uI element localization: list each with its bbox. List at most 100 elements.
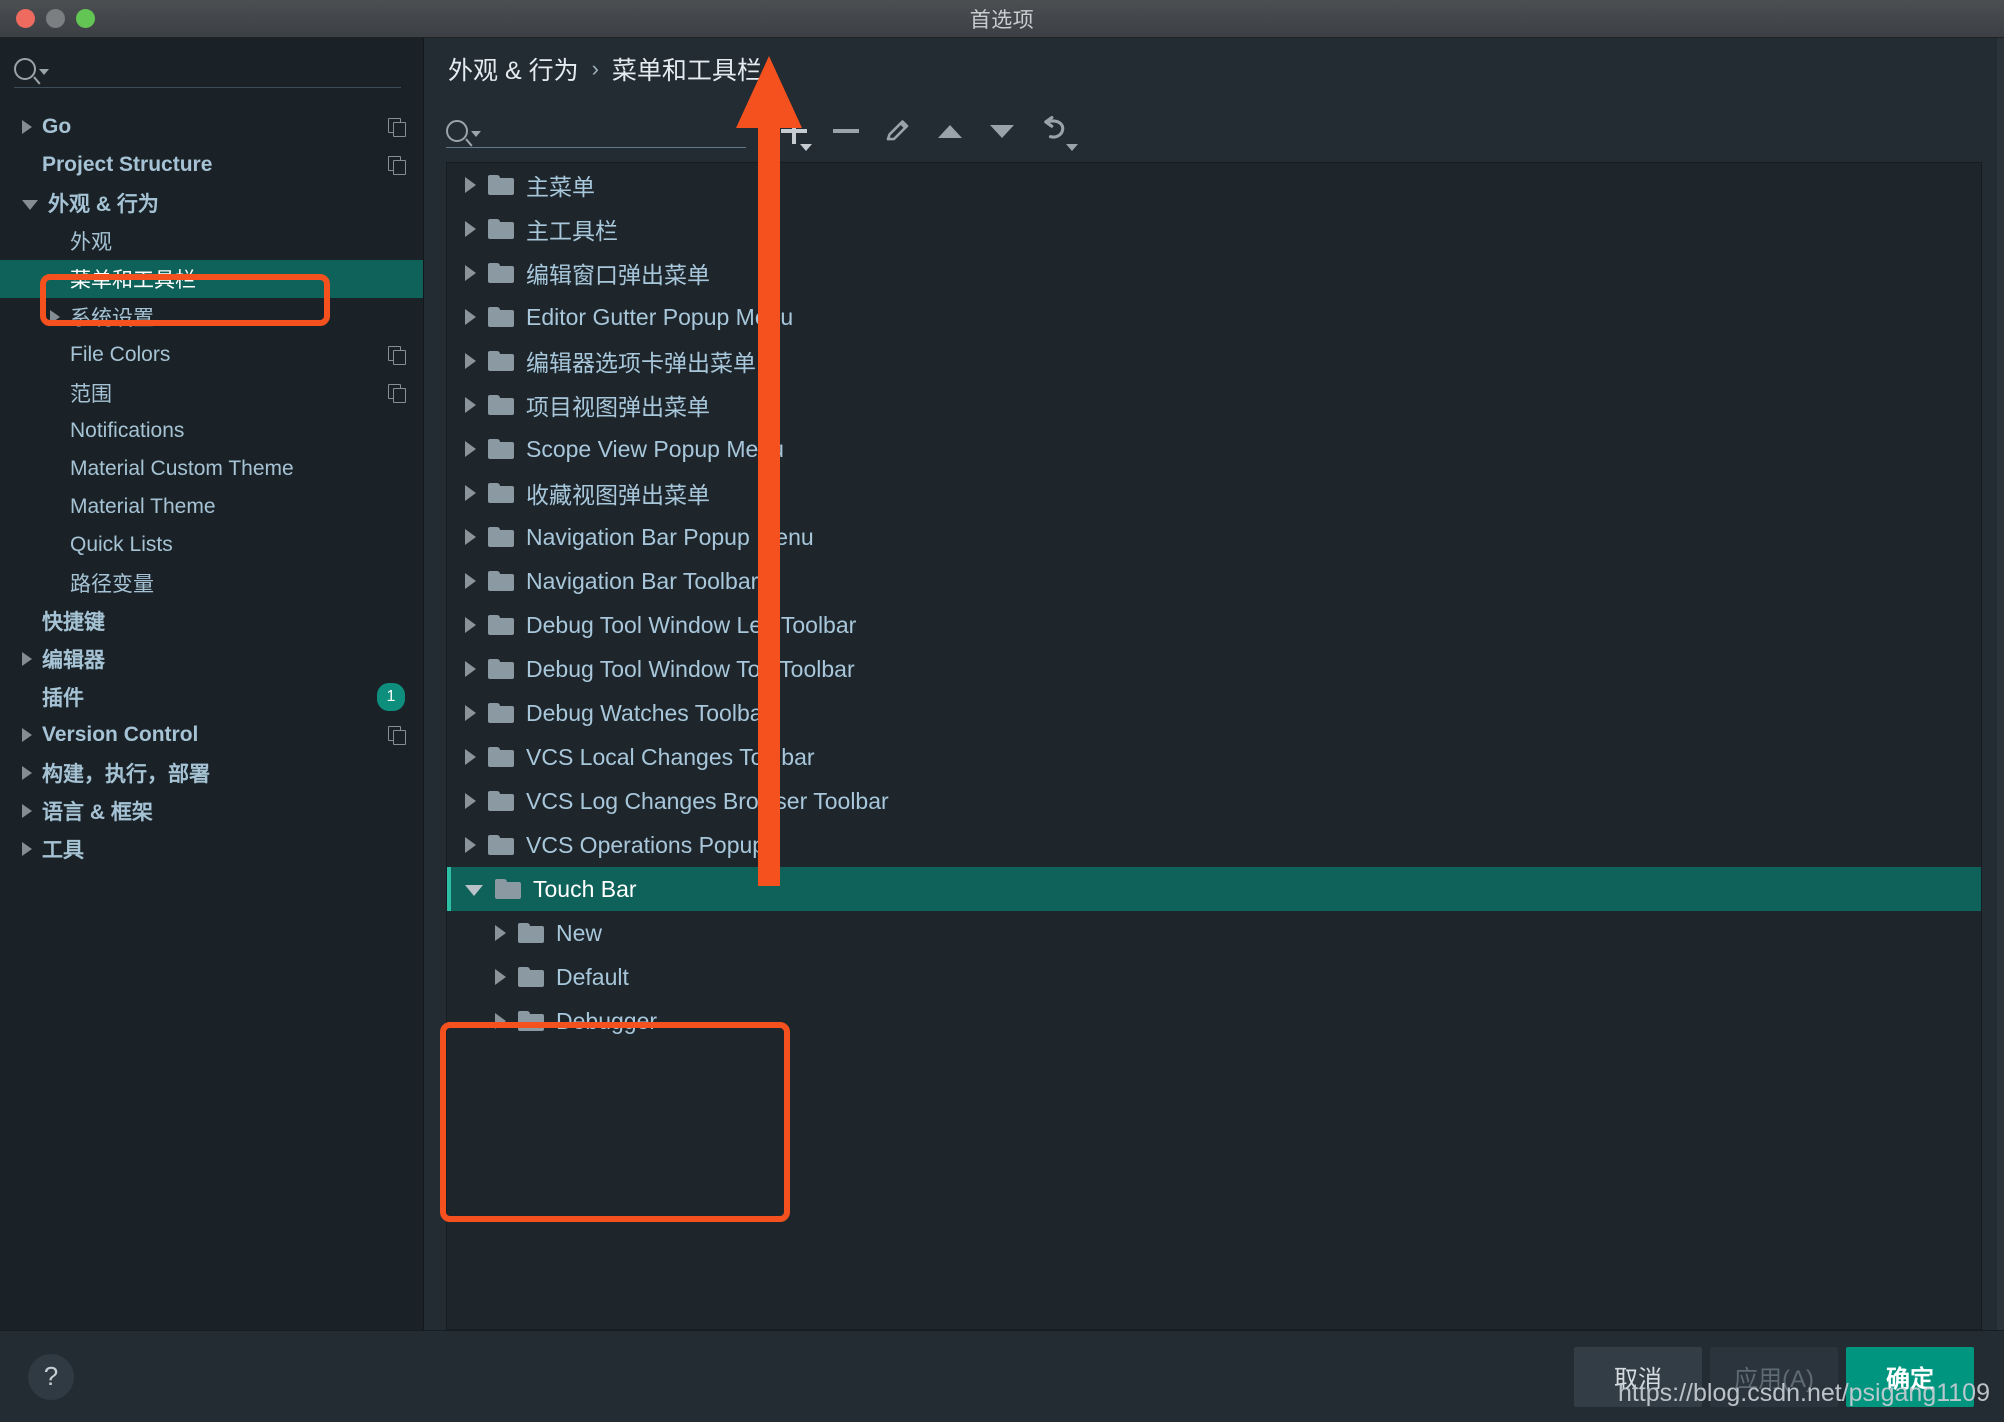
chevron-right-icon[interactable] xyxy=(465,705,476,721)
cancel-button[interactable]: 取消 xyxy=(1574,1346,1702,1407)
sidebar-item-7[interactable]: 范围 xyxy=(0,374,423,412)
copy-settings-icon[interactable] xyxy=(388,346,406,365)
chevron-right-icon[interactable] xyxy=(50,310,60,324)
chevron-right-icon[interactable] xyxy=(495,1013,506,1029)
chevron-right-icon[interactable] xyxy=(22,842,32,856)
copy-settings-icon[interactable] xyxy=(388,156,406,175)
tree-row-5[interactable]: 项目视图弹出菜单 xyxy=(447,383,1981,427)
sidebar-item-10[interactable]: Material Theme xyxy=(0,488,423,526)
restore-dropdown-chevron-icon[interactable] xyxy=(1066,144,1078,151)
tree-row-1[interactable]: 主工具栏 xyxy=(447,207,1981,251)
sidebar-item-3[interactable]: 外观 xyxy=(0,222,423,260)
sidebar-item-5[interactable]: 系统设置 xyxy=(0,298,423,336)
chevron-right-icon[interactable] xyxy=(465,529,476,545)
sidebar-item-18[interactable]: 语言 & 框架 xyxy=(0,792,423,830)
sidebar-item-16[interactable]: Version Control xyxy=(0,716,423,754)
chevron-down-icon[interactable] xyxy=(465,885,483,896)
chevron-right-icon[interactable] xyxy=(465,441,476,457)
tree-row-19[interactable]: Debugger xyxy=(447,999,1981,1043)
sidebar-item-12[interactable]: 路径变量 xyxy=(0,564,423,602)
chevron-right-icon[interactable] xyxy=(465,837,476,853)
sidebar-search-box[interactable] xyxy=(0,38,423,100)
ok-button[interactable]: 确定 xyxy=(1846,1346,1974,1407)
add-button[interactable] xyxy=(768,109,820,153)
search-options-chevron-icon[interactable] xyxy=(39,69,49,75)
chevron-right-icon[interactable] xyxy=(22,652,32,666)
sidebar-item-8[interactable]: Notifications xyxy=(0,412,423,450)
chevron-right-icon[interactable] xyxy=(22,728,32,742)
breadcrumb-parent[interactable]: 外观 & 行为 xyxy=(448,51,579,87)
sidebar-item-6[interactable]: File Colors xyxy=(0,336,423,374)
chevron-right-icon[interactable] xyxy=(465,661,476,677)
revert-icon xyxy=(1044,115,1065,139)
chevron-right-icon[interactable] xyxy=(465,353,476,369)
remove-button[interactable] xyxy=(820,109,872,153)
sidebar-item-label: 外观 & 行为 xyxy=(48,193,159,216)
copy-settings-icon[interactable] xyxy=(388,384,406,403)
chevron-right-icon[interactable] xyxy=(22,120,32,134)
tree-row-12[interactable]: Debug Watches Toolbar xyxy=(447,691,1981,735)
sidebar-item-2[interactable]: 外观 & 行为 xyxy=(0,184,423,222)
chevron-right-icon[interactable] xyxy=(465,309,476,325)
actions-tree-panel[interactable]: 主菜单 主工具栏 编辑窗口弹出菜单 Editor Gutter Popup Menu 编… xyxy=(446,162,1982,1330)
tree-row-0[interactable]: 主菜单 xyxy=(447,163,1981,207)
tree-row-14[interactable]: VCS Log Changes Browser Toolbar xyxy=(447,779,1981,823)
tree-row-11[interactable]: Debug Tool Window Top Toolbar xyxy=(447,647,1981,691)
chevron-right-icon[interactable] xyxy=(465,793,476,809)
move-up-button[interactable] xyxy=(924,109,976,153)
tree-row-7[interactable]: 收藏视图弹出菜单 xyxy=(447,471,1981,515)
help-button[interactable]: ? xyxy=(28,1353,74,1400)
chevron-right-icon[interactable] xyxy=(465,573,476,589)
move-down-button[interactable] xyxy=(976,109,1028,153)
copy-settings-icon[interactable] xyxy=(388,726,406,745)
window-body: Go Project Structure 外观 & 行为外观 菜单和工具栏 系统设置 Fi… xyxy=(0,38,2004,1330)
chevron-right-icon[interactable] xyxy=(465,749,476,765)
chevron-right-icon[interactable] xyxy=(495,969,506,985)
filter-input[interactable] xyxy=(446,110,746,152)
filter-options-chevron-icon[interactable] xyxy=(471,131,481,137)
sidebar-item-14[interactable]: 编辑器 xyxy=(0,640,423,678)
chevron-right-icon[interactable] xyxy=(495,925,506,941)
sidebar-item-19[interactable]: 工具 xyxy=(0,830,423,868)
tree-row-18[interactable]: Default xyxy=(447,955,1981,999)
sidebar-item-4[interactable]: 菜单和工具栏 xyxy=(0,260,423,298)
chevron-right-icon[interactable] xyxy=(22,804,32,818)
chevron-right-icon[interactable] xyxy=(465,221,476,237)
sidebar-item-label: 插件 xyxy=(42,687,84,710)
chevron-right-icon[interactable] xyxy=(465,265,476,281)
sidebar-item-13[interactable]: 快捷键 xyxy=(0,602,423,640)
filter-search-icon xyxy=(446,120,468,142)
tree-row-15[interactable]: VCS Operations Popup xyxy=(447,823,1981,867)
sidebar-item-17[interactable]: 构建，执行，部署 xyxy=(0,754,423,792)
sidebar-item-label: 范围 xyxy=(70,383,112,406)
add-dropdown-chevron-icon[interactable] xyxy=(800,144,812,151)
tree-row-2[interactable]: 编辑窗口弹出菜单 xyxy=(447,251,1981,295)
arrow-down-icon xyxy=(990,124,1014,138)
tree-row-9[interactable]: Navigation Bar Toolbar xyxy=(447,559,1981,603)
chevron-right-icon[interactable] xyxy=(465,177,476,193)
edit-button[interactable] xyxy=(872,109,924,153)
sidebar-item-15[interactable]: 插件 1 xyxy=(0,678,423,716)
sidebar-item-1[interactable]: Project Structure xyxy=(0,146,423,184)
tree-row-4[interactable]: 编辑器选项卡弹出菜单 xyxy=(447,339,1981,383)
tree-row-13[interactable]: VCS Local Changes Toolbar xyxy=(447,735,1981,779)
chevron-right-icon[interactable] xyxy=(465,397,476,413)
tree-row-16[interactable]: Touch Bar xyxy=(447,867,1981,911)
copy-settings-icon[interactable] xyxy=(388,118,406,137)
sidebar-item-9[interactable]: Material Custom Theme xyxy=(0,450,423,488)
tree-row-6[interactable]: Scope View Popup Menu xyxy=(447,427,1981,471)
folder-icon xyxy=(518,1011,544,1031)
chevron-right-icon[interactable] xyxy=(22,766,32,780)
sidebar-item-11[interactable]: Quick Lists xyxy=(0,526,423,564)
tree-row-10[interactable]: Debug Tool Window Left Toolbar xyxy=(447,603,1981,647)
chevron-right-icon[interactable] xyxy=(465,485,476,501)
sidebar-item-0[interactable]: Go xyxy=(0,108,423,146)
chevron-down-icon[interactable] xyxy=(22,200,38,210)
chevron-right-icon[interactable] xyxy=(465,617,476,633)
folder-icon xyxy=(488,527,514,547)
tree-row-8[interactable]: Navigation Bar Popup Menu xyxy=(447,515,1981,559)
tree-row-3[interactable]: Editor Gutter Popup Menu xyxy=(447,295,1981,339)
restore-button[interactable] xyxy=(1028,109,1080,153)
panel-right-edge xyxy=(1997,38,2004,1330)
tree-row-17[interactable]: New xyxy=(447,911,1981,955)
